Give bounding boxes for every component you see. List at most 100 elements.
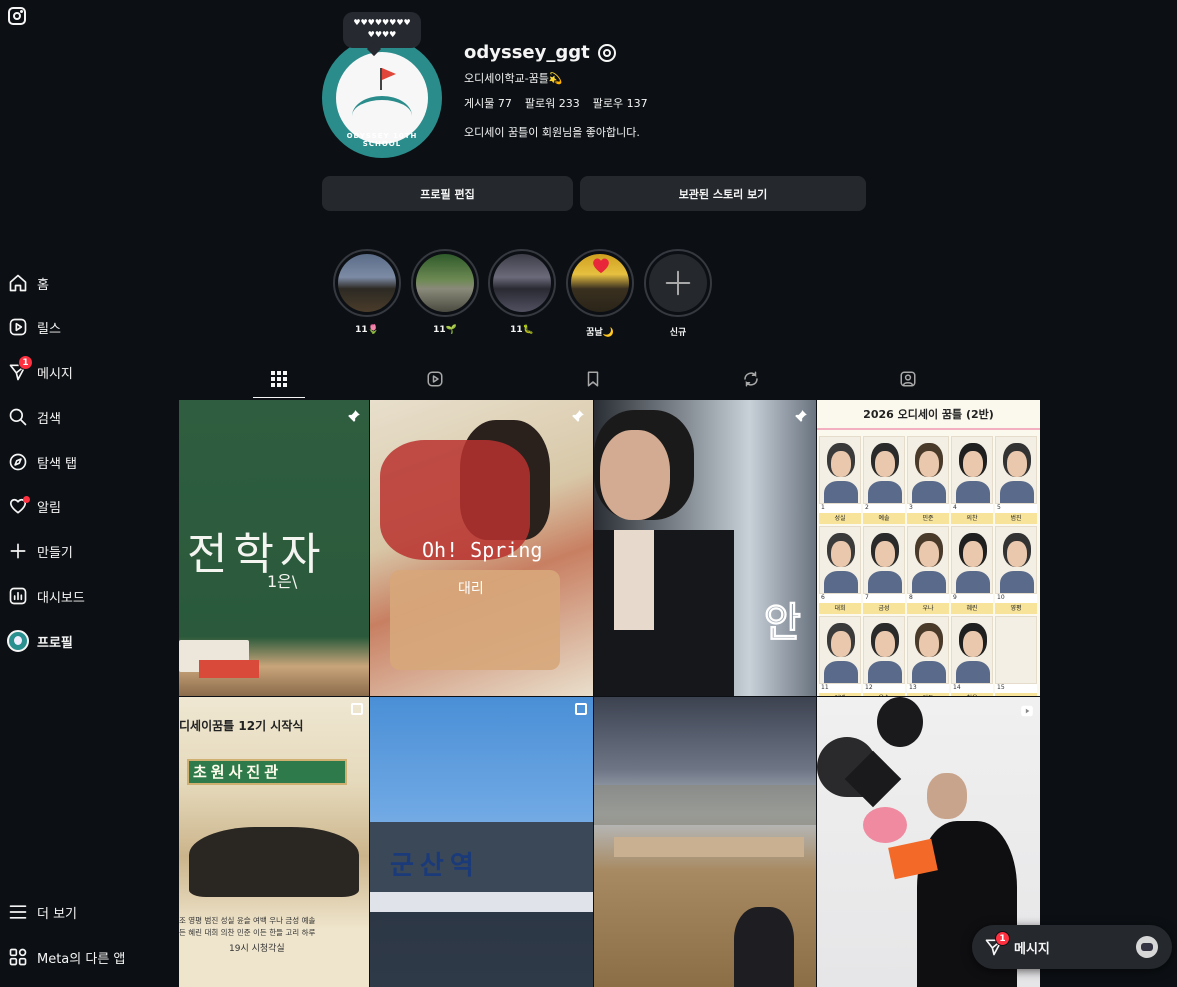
class-number: 12 <box>863 684 905 693</box>
followers-count[interactable]: 팔로워 233 <box>525 95 580 111</box>
class-name-label: 예솔 <box>863 513 905 524</box>
post-subtext: 1은\ <box>267 572 298 591</box>
avatar-logo-text: ODYSSEY 10TH SCHOOL <box>346 132 418 148</box>
highlight-label: 11🌱 <box>433 325 457 335</box>
highlight-cover <box>416 254 474 312</box>
tab-tagged[interactable] <box>882 364 934 398</box>
search-icon <box>7 406 29 428</box>
new-highlight-button[interactable]: 신규 <box>644 249 712 338</box>
apps-grid-icon <box>7 946 29 968</box>
archived-stories-button[interactable]: 보관된 스토리 보기 <box>580 176 866 211</box>
sidebar-item-notifications[interactable]: 알림 <box>7 491 61 521</box>
class-number: 11 <box>819 684 861 693</box>
post-text: 2026 오디세이 꿈틀 (2반) <box>863 408 994 421</box>
sidebar-item-label: 검색 <box>37 411 61 427</box>
sidebar-item-label: 대시보드 <box>37 590 85 606</box>
sidebar-item-search[interactable]: 검색 <box>7 402 61 432</box>
sidebar-item-label: 만들기 <box>37 545 73 561</box>
sidebar-item-explore[interactable]: 탐색 탭 <box>7 447 77 477</box>
post-caption-line: 19시 시청각실 <box>229 944 285 954</box>
highlight-item[interactable]: 11🌱 <box>411 249 479 335</box>
class-portrait <box>863 436 905 504</box>
post-text: 디세이꿈틀 12기 시작식 <box>179 719 304 733</box>
highlight-label: 신규 <box>669 328 687 338</box>
sidebar-item-label: 메시지 <box>37 366 73 382</box>
post-thumbnail[interactable]: 군산역 <box>370 697 593 987</box>
highlight-item[interactable]: 11🐛 <box>488 249 556 335</box>
instagram-profile-page: 홈 릴스 1 메시지 검색 탐색 탭 알림 만들기 대시보드 프로필 더 보기 … <box>0 0 1177 987</box>
compass-icon <box>7 451 29 473</box>
post-caption-line: 든 혜린 대희 의찬 민준 이든 한들 고리 하루 <box>179 928 316 937</box>
class-portrait <box>995 436 1037 504</box>
class-number: 5 <box>995 504 1037 513</box>
profile-avatar[interactable]: ODYSSEY 10TH SCHOOL <box>322 38 442 158</box>
class-portrait <box>819 616 861 684</box>
class-number: 7 <box>863 594 905 603</box>
pinned-icon <box>347 408 361 422</box>
highlight-item[interactable]: 꿈날🌙 <box>566 249 634 338</box>
highlight-cover <box>493 254 551 312</box>
sidebar-item-create[interactable]: 만들기 <box>7 536 73 566</box>
sidebar-item-profile[interactable]: 프로필 <box>7 626 73 656</box>
class-portrait <box>951 616 993 684</box>
profile-note-bubble[interactable]: ♥♥♥♥♥♥♥♥ ♥♥♥♥ <box>343 12 421 48</box>
tab-reposts[interactable] <box>725 364 777 398</box>
pinned-icon <box>794 408 808 422</box>
highlight-label: 11🐛 <box>510 325 534 335</box>
messages-floating-button[interactable]: 1 메시지 <box>972 925 1172 969</box>
sidebar-item-reels[interactable]: 릴스 <box>7 312 61 342</box>
class-number: 14 <box>951 684 993 693</box>
class-portrait <box>951 526 993 594</box>
reels-icon <box>7 316 29 338</box>
class-portrait <box>907 436 949 504</box>
tab-reels[interactable] <box>409 364 461 398</box>
post-thumbnail[interactable]: Oh! Spring 대리 <box>370 400 593 696</box>
repost-icon <box>742 370 760 392</box>
sidebar-item-messages[interactable]: 1 메시지 <box>7 355 73 387</box>
class-number: 10 <box>995 594 1037 603</box>
username-text: odyssey_ggt <box>464 42 590 63</box>
sidebar-item-dashboard[interactable]: 대시보드 <box>7 581 85 611</box>
sidebar-item-label: 더 보기 <box>37 906 78 922</box>
bookmark-icon <box>584 370 602 392</box>
class-name-label: 우나 <box>907 603 949 614</box>
class-portrait <box>907 616 949 684</box>
sidebar-item-home[interactable]: 홈 <box>7 268 49 298</box>
highlight-cover <box>571 254 629 312</box>
tab-posts[interactable] <box>253 364 305 398</box>
class-number: 1 <box>819 504 861 513</box>
class-portrait <box>863 526 905 594</box>
highlight-item[interactable]: 11🌷 <box>333 249 401 335</box>
plus-icon <box>649 254 707 312</box>
class-name-label: 여백 <box>819 693 861 696</box>
instagram-logo-icon[interactable] <box>8 7 26 25</box>
tagged-user-icon <box>899 370 917 392</box>
settings-gear-icon[interactable] <box>597 43 616 62</box>
post-text: 전학자 <box>187 529 327 580</box>
class-name-label: 혜린 <box>951 603 993 614</box>
profile-bio: 오디세이 꿈틀이 회원님을 좋아합니다. <box>464 126 640 139</box>
highlight-label: 11🌷 <box>355 325 379 335</box>
carousel-icon <box>575 703 587 715</box>
class-name-label: 금성 <box>863 603 905 614</box>
post-thumbnail[interactable]: 2026 오디세이 꿈틀 (2반) 1 성실 2 예솔 3 민준 4 의찬 5 범진 6 대희 7 금성 8… <box>817 400 1040 696</box>
class-number: 6 <box>819 594 861 603</box>
class-number: 3 <box>907 504 949 513</box>
post-thumbnail[interactable]: 안 <box>594 400 816 696</box>
post-thumbnail[interactable]: 전학자 1은\ <box>179 400 369 696</box>
tab-saved[interactable] <box>567 364 619 398</box>
post-thumbnail[interactable] <box>594 697 816 987</box>
edit-profile-button[interactable]: 프로필 편집 <box>322 176 573 211</box>
sidebar-meta-apps-button[interactable]: Meta의 다른 앱 <box>7 942 125 972</box>
sidebar-item-label: 홈 <box>37 277 49 293</box>
highlight-label: 꿈날🌙 <box>586 328 614 338</box>
class-portrait <box>819 526 861 594</box>
sidebar-item-label: 알림 <box>37 500 61 516</box>
class-name-label: 성실 <box>819 513 861 524</box>
following-count[interactable]: 팔로우 137 <box>593 95 648 111</box>
post-thumbnail[interactable]: 디세이꿈틀 12기 시작식 초원사진관 조 영평 범진 성실 윤슬 여백 우나 … <box>179 697 369 987</box>
shop-sign: 초원사진관 <box>193 763 283 781</box>
class-name-label: 윤슬 <box>863 693 905 696</box>
video-reel-icon <box>1020 703 1034 722</box>
sidebar-more-button[interactable]: 더 보기 <box>7 897 77 927</box>
